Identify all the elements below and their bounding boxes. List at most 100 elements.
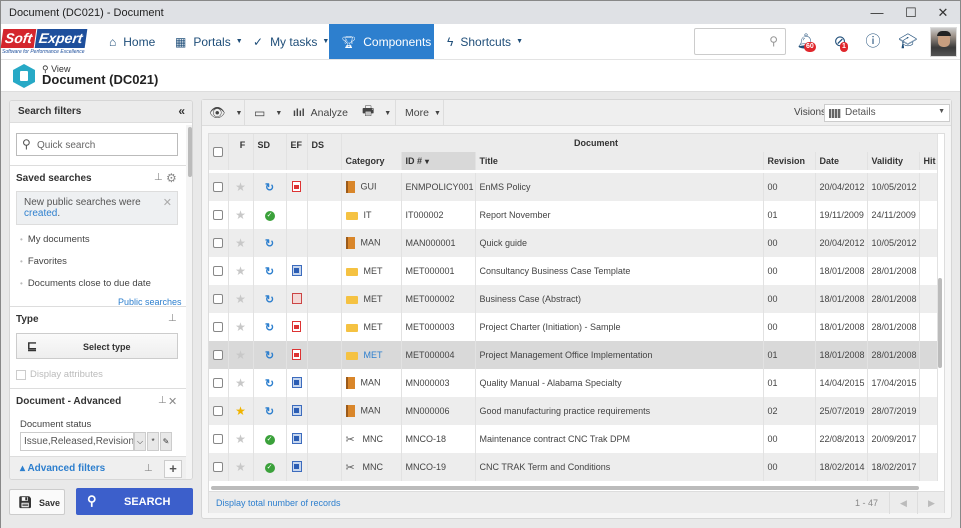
sidebar-scrollbar[interactable] xyxy=(186,125,192,479)
softexpert-logo[interactable]: Soft Expert Software for Performance Exce… xyxy=(0,29,92,56)
document-status-select[interactable]: Issue,Released,Revision,In xyxy=(20,432,134,451)
row-checkbox[interactable] xyxy=(209,257,229,285)
save-button[interactable]: 💾︎ Save xyxy=(9,489,65,515)
row-checkbox[interactable] xyxy=(209,425,229,453)
collapse-icon[interactable]: « xyxy=(178,104,185,118)
gear-icon[interactable]: ⚙ xyxy=(166,171,177,185)
table-row[interactable]: ★ ↻ MET MET000001 Consultancy Business Case … xyxy=(209,257,938,285)
favorite-toggle[interactable]: ★ xyxy=(228,173,254,201)
notice-created-link[interactable]: created xyxy=(24,208,57,219)
favorite-toggle[interactable]: ★ xyxy=(228,285,254,313)
close-icon[interactable]: ✕ xyxy=(163,196,172,209)
chevron-down-icon[interactable]: ⌵ xyxy=(134,432,146,451)
close-button[interactable]: ✕ xyxy=(926,1,960,24)
row-checkbox[interactable] xyxy=(209,453,229,481)
row-checkbox[interactable] xyxy=(209,313,229,341)
table-row[interactable]: ★ ✓ IT IT000002 Report November 01 19/11/2009 2… xyxy=(209,201,938,229)
user-avatar[interactable] xyxy=(930,27,957,57)
saved-search-item[interactable]: My documents xyxy=(20,234,90,245)
col-revision[interactable]: Revision xyxy=(763,152,816,170)
more-dropdown[interactable]: More ▼ xyxy=(405,100,441,126)
col-sd[interactable]: SD xyxy=(253,134,287,170)
select-type-button[interactable]: ⊑ Select type xyxy=(16,333,178,359)
col-hit[interactable]: Hit xyxy=(919,152,938,170)
col-ef[interactable]: EF xyxy=(286,134,308,170)
row-checkbox[interactable] xyxy=(209,229,229,257)
visions-select[interactable]: Details ▼ xyxy=(824,104,950,122)
favorite-toggle[interactable]: ★ xyxy=(228,425,254,453)
row-checkbox[interactable] xyxy=(209,369,229,397)
col-id[interactable]: ID # ▾ xyxy=(401,152,476,170)
next-page-button[interactable]: ▶ xyxy=(917,492,945,514)
table-row[interactable]: ★ ✓ ✂ MNC MNCO-19 CNC TRAK Term and Condition… xyxy=(209,453,938,481)
notifications-button[interactable]: 🔔︎60 xyxy=(796,32,816,52)
clear-brush-icon[interactable]: ✎ xyxy=(160,432,172,451)
table-row[interactable]: ★ ✓ ✂ MNC MNCO-18 Maintenance contract CNC Tr… xyxy=(209,425,938,453)
display-total-records-link[interactable]: Display total number of records xyxy=(216,498,341,508)
col-validity[interactable]: Validity xyxy=(867,152,920,170)
favorite-toggle[interactable]: ★ xyxy=(228,369,254,397)
layout-dropdown[interactable]: ▭ ▼ xyxy=(254,100,282,126)
col-ds[interactable]: DS xyxy=(307,134,342,170)
electronic-file-cell[interactable] xyxy=(286,201,308,229)
clear-icon[interactable]: ⊥ xyxy=(154,172,163,183)
table-row[interactable]: ★ ↻ MAN MN000006 Good manufacturing practice… xyxy=(209,397,938,425)
clear-icon[interactable]: ⊥ xyxy=(168,313,177,324)
electronic-file-cell[interactable] xyxy=(286,425,308,453)
col-title[interactable]: Title xyxy=(475,152,764,170)
quick-search-input[interactable]: ⚲ Quick search xyxy=(16,133,178,156)
electronic-file-cell[interactable] xyxy=(286,173,308,201)
row-checkbox[interactable] xyxy=(209,285,229,313)
table-row[interactable]: ★ ↻ MET MET000003 Project Charter (Initiatio… xyxy=(209,313,938,341)
nav-shortcuts[interactable]: ϟ Shortcuts ▼ xyxy=(447,24,523,59)
favorite-toggle[interactable]: ★ xyxy=(228,201,254,229)
asterisk-icon[interactable]: * xyxy=(147,432,159,451)
electronic-file-cell[interactable] xyxy=(286,453,308,481)
electronic-file-cell[interactable] xyxy=(286,369,308,397)
table-row[interactable]: ★ ↻ MET MET000004 Project Management Office … xyxy=(209,341,938,369)
nav-home[interactable]: ⌂ Home xyxy=(109,24,155,59)
col-date[interactable]: Date xyxy=(815,152,868,170)
advanced-filters-toggle[interactable]: ▴ Advanced filters xyxy=(20,463,105,474)
saved-search-item[interactable]: Documents close to due date xyxy=(20,278,151,289)
select-all-checkbox[interactable] xyxy=(209,134,229,170)
row-checkbox[interactable] xyxy=(209,341,229,369)
favorite-toggle[interactable]: ★ xyxy=(228,257,254,285)
tasks-button[interactable]: ⊘ 1 xyxy=(830,32,850,52)
global-search-input[interactable]: ⚲ xyxy=(694,28,786,55)
help-button[interactable]: ⓘ xyxy=(863,32,883,52)
electronic-file-cell[interactable] xyxy=(286,285,308,313)
view-dropdown[interactable]: 👁︎ ▼ xyxy=(209,100,242,126)
training-button[interactable]: 🎓︎ xyxy=(898,32,918,52)
horizontal-scrollbar[interactable] xyxy=(211,486,919,490)
favorite-toggle[interactable]: ★ xyxy=(228,229,254,257)
nav-my-tasks[interactable]: ✓ My tasks ▼ xyxy=(253,24,329,59)
electronic-file-cell[interactable] xyxy=(286,229,308,257)
table-row[interactable]: ★ ↻ MAN MN000003 Quality Manual - Alabama Sp… xyxy=(209,369,938,397)
maximize-button[interactable]: ☐ xyxy=(894,1,928,24)
favorite-toggle[interactable]: ★ xyxy=(228,313,254,341)
search-button[interactable]: ⚲ SEARCH xyxy=(76,488,193,515)
electronic-file-cell[interactable] xyxy=(286,397,308,425)
col-f[interactable]: F xyxy=(228,134,254,170)
saved-search-item[interactable]: Favorites xyxy=(20,256,67,267)
electronic-file-cell[interactable] xyxy=(286,341,308,369)
nav-components[interactable]: 🏆︎ Components ▼ xyxy=(329,24,443,59)
remove-icon[interactable]: ✕ xyxy=(168,395,177,408)
analyze-button[interactable]: ılıl Analyze xyxy=(293,100,348,126)
minimize-button[interactable]: — xyxy=(860,1,894,24)
prev-page-button[interactable]: ◀ xyxy=(889,492,917,514)
add-filter-button[interactable]: + xyxy=(164,460,182,478)
row-checkbox[interactable] xyxy=(209,173,229,201)
nav-portals[interactable]: ▦ Portals ▼ xyxy=(175,24,243,59)
table-row[interactable]: ★ ↻ GUI ENMPOLICY001 EnMS Policy 00 20/04/2012… xyxy=(209,173,938,201)
table-row[interactable]: ★ ↻ MET MET000002 Business Case (Abstract) 00… xyxy=(209,285,938,313)
clear-icon[interactable]: ⊥ xyxy=(158,395,167,406)
row-checkbox[interactable] xyxy=(209,397,229,425)
print-dropdown[interactable]: 🖶︎ ▼ xyxy=(362,100,391,126)
col-category[interactable]: Category xyxy=(341,152,402,170)
clear-icon[interactable]: ⊥ xyxy=(144,463,153,474)
row-checkbox[interactable] xyxy=(209,201,229,229)
table-row[interactable]: ★ ↻ MAN MAN000001 Quick guide 00 20/04/2012 10/… xyxy=(209,229,938,257)
display-attributes-checkbox[interactable]: Display attributes xyxy=(16,369,103,380)
